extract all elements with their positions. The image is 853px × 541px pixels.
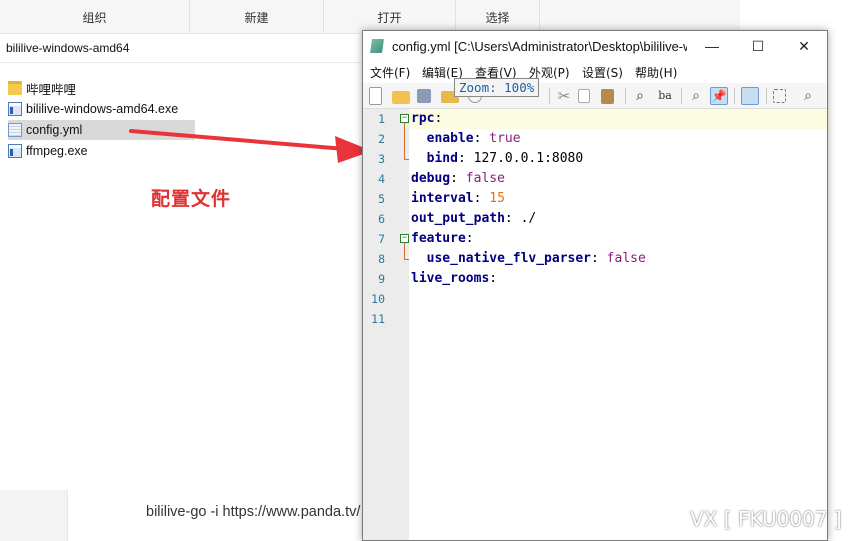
watermark-text: VX [ FKU0007 ]: [690, 507, 842, 531]
yaml-separator: :: [473, 191, 490, 206]
zoom-in-icon[interactable]: ⌕: [687, 87, 705, 105]
yaml-key: feature: [411, 231, 466, 246]
line-number: 2: [378, 132, 385, 146]
fold-toggle-icon[interactable]: −: [400, 234, 409, 243]
word-wrap-icon[interactable]: [741, 87, 759, 105]
line-number: 4: [378, 172, 385, 186]
menu-bar: 文件(F) 编辑(E) 查看(V) 外观(P) 设置(S) 帮助(H): [363, 62, 827, 82]
code-line: interval: 15: [411, 191, 505, 206]
code-line: enable: true: [411, 131, 521, 146]
code-line: out_put_path: ./: [411, 211, 536, 226]
notepad-app-icon: [370, 39, 384, 53]
code-line: debug: false: [411, 171, 505, 186]
yaml-value: false: [606, 251, 646, 266]
yaml-separator: :: [489, 271, 498, 286]
toolbar-separator: [549, 88, 550, 104]
yaml-key: out_put_path: [411, 211, 505, 226]
yaml-value: ./: [520, 211, 537, 226]
zoom-out-icon[interactable]: ⌕: [799, 87, 817, 105]
yaml-value: true: [489, 131, 521, 146]
fold-line: [404, 243, 405, 259]
line-number: 7: [378, 232, 385, 246]
minimize-button[interactable]: —: [689, 31, 735, 61]
toolbar-separator: [766, 88, 767, 104]
toolbar-separator: [734, 88, 735, 104]
new-file-icon[interactable]: [369, 87, 382, 105]
code-line: feature:: [411, 231, 474, 246]
yaml-key: use_native_flv_parser: [411, 251, 592, 266]
maximize-button[interactable]: ☐: [735, 31, 781, 61]
menu-file[interactable]: 文件(F): [370, 64, 410, 81]
fold-end: [404, 159, 409, 160]
line-number: 8: [378, 252, 385, 266]
yaml-separator: :: [473, 131, 490, 146]
yaml-key: debug: [411, 171, 451, 186]
yaml-key: enable: [411, 131, 474, 146]
toolbar: ✂ ⌕ ba ⌕ 📌 ⌕: [363, 83, 827, 109]
copy-icon[interactable]: [578, 89, 590, 103]
find-icon[interactable]: ⌕: [631, 87, 649, 105]
code-line: use_native_flv_parser: false: [411, 251, 646, 266]
code-line: rpc:: [411, 111, 442, 126]
title-bar[interactable]: config.yml [C:\Users\Administrator\Deskt…: [363, 31, 827, 61]
open-folder-icon[interactable]: [392, 91, 410, 104]
yaml-key: interval: [411, 191, 474, 206]
code-editor[interactable]: 1 rpc: 2 enable: true 3 bind: 127.0.0.1:808…: [363, 109, 827, 540]
line-number: 3: [378, 152, 385, 166]
yaml-separator: :: [504, 211, 521, 226]
menu-help[interactable]: 帮助(H): [635, 64, 677, 81]
save-icon[interactable]: [417, 89, 431, 103]
line-number: 5: [378, 192, 385, 206]
paste-icon[interactable]: [601, 89, 614, 104]
line-number: 11: [371, 312, 385, 326]
window-title: config.yml [C:\Users\Administrator\Deskt…: [392, 39, 687, 54]
fold-line: [404, 123, 405, 159]
yaml-separator: :: [450, 171, 466, 186]
code-line: live_rooms:: [411, 271, 497, 286]
yaml-separator: :: [434, 111, 443, 126]
yaml-value: false: [465, 171, 505, 186]
toolbar-separator: [681, 88, 682, 104]
toolbar-separator: [625, 88, 626, 104]
fold-end: [404, 259, 409, 260]
yaml-value: 127.0.0.1:8080: [473, 151, 584, 166]
settings-icon[interactable]: [773, 89, 786, 103]
zoom-tooltip: Zoom: 100%: [454, 78, 540, 97]
line-number: 6: [378, 212, 385, 226]
yaml-value: 15: [489, 191, 505, 206]
cut-icon[interactable]: ✂: [555, 87, 573, 105]
notepad-window: config.yml [C:\Users\Administrator\Deskt…: [362, 30, 828, 541]
close-button[interactable]: ✕: [781, 31, 827, 61]
line-number: 9: [378, 272, 385, 286]
replace-icon[interactable]: ba: [656, 87, 674, 105]
yaml-key: live_rooms: [411, 271, 490, 286]
pin-icon[interactable]: 📌: [710, 87, 728, 105]
yaml-separator: :: [457, 151, 474, 166]
yaml-separator: :: [465, 231, 474, 246]
yaml-key: rpc: [411, 111, 435, 126]
line-number: 1: [378, 112, 385, 126]
menu-settings[interactable]: 设置(S): [582, 64, 623, 81]
code-line: bind: 127.0.0.1:8080: [411, 151, 584, 166]
fold-toggle-icon[interactable]: −: [400, 114, 409, 123]
current-line-highlight: [409, 109, 827, 129]
background-cell: [0, 490, 68, 541]
command-text: bililive-go -i https://www.panda.tv/: [146, 504, 361, 520]
yaml-key: bind: [411, 151, 458, 166]
yaml-separator: :: [591, 251, 607, 266]
line-number: 10: [371, 292, 385, 306]
